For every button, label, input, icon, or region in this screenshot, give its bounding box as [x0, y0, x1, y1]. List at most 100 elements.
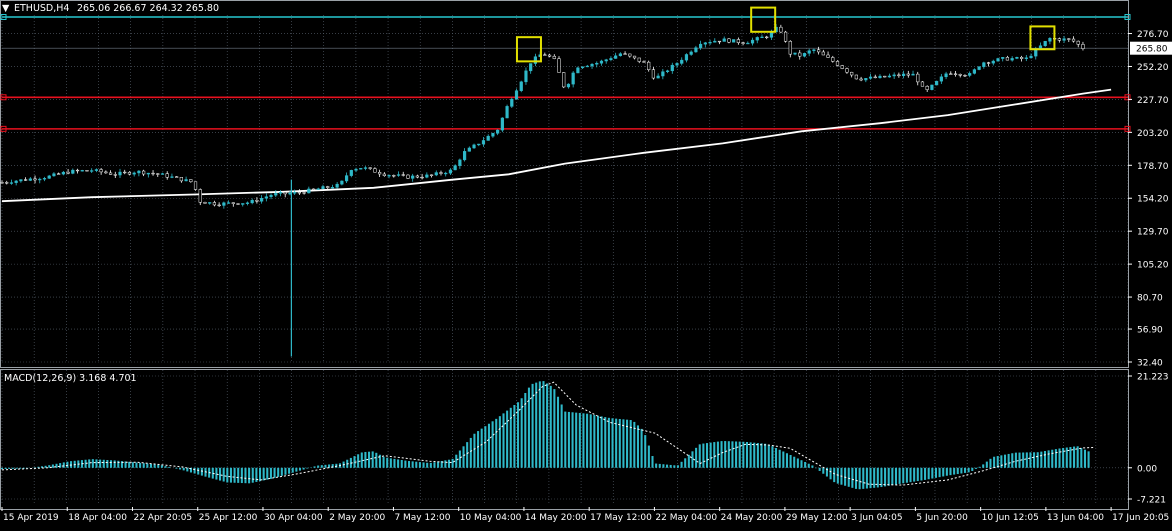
candle-body: [104, 171, 108, 174]
candle-body: [80, 170, 84, 172]
candle-body: [864, 78, 868, 81]
candle-body: [208, 202, 212, 204]
candle-body: [717, 40, 722, 43]
candle-body: [925, 85, 929, 90]
candle-body: [462, 151, 467, 161]
price-tick-label: 227.70: [1137, 96, 1169, 106]
candle-body: [330, 187, 335, 189]
candle-body: [269, 194, 273, 197]
candle-body: [458, 159, 462, 166]
candle-body: [61, 171, 65, 175]
candle-body: [996, 58, 1000, 62]
candle-body: [944, 73, 948, 78]
candle-body: [684, 54, 689, 61]
candle-body: [363, 167, 368, 169]
candle-body: [552, 55, 556, 59]
chart-svg: 276.70 252.20 227.70 203.20 178.70 154.20 129.…: [0, 0, 1172, 523]
candle-body: [496, 129, 500, 134]
time-tick-label: 17 Jun 20:05: [1112, 513, 1169, 523]
candle-body: [165, 173, 169, 178]
dropdown-triangle-icon[interactable]: ▼: [2, 3, 10, 14]
candle-body: [821, 51, 825, 56]
candle-body: [680, 59, 684, 64]
candle-body: [562, 72, 566, 88]
candle-body: [439, 172, 443, 174]
candle-body: [892, 74, 896, 77]
price-tick-label: 105.20: [1137, 261, 1169, 271]
candle-body: [670, 64, 674, 72]
candle-body: [99, 169, 103, 173]
candle-body: [368, 167, 372, 169]
candle-body: [241, 203, 245, 205]
candle-body: [444, 172, 448, 175]
candle-body: [349, 170, 353, 176]
candle-body: [9, 182, 14, 184]
candle-body: [326, 186, 330, 188]
candle-body: [595, 62, 599, 65]
candle-body: [113, 174, 117, 176]
candle-body: [260, 198, 264, 202]
candle-body: [991, 60, 995, 64]
time-tick-label: 24 May 20:00: [721, 513, 783, 523]
candle-body: [1076, 40, 1080, 45]
candle-body: [297, 192, 301, 194]
candle-body: [779, 26, 783, 33]
candle-body: [609, 58, 613, 60]
candle-body: [160, 173, 165, 175]
candle-body: [1005, 57, 1010, 61]
candle-body: [203, 202, 207, 204]
candle-body: [477, 143, 481, 146]
candle-body: [859, 78, 863, 81]
candle-body: [1029, 55, 1033, 59]
candle-body: [972, 69, 976, 74]
candle-body: [835, 61, 840, 66]
candle-body: [585, 65, 589, 68]
time-tick-label: 22 May 04:00: [655, 513, 717, 523]
candle-body: [1024, 57, 1028, 59]
time-tick-label: 10 May 04:00: [460, 513, 522, 523]
chart-ohlc: 265.06 266.67 264.32 265.80: [77, 3, 219, 14]
candle-body: [524, 70, 528, 83]
candle-body: [132, 172, 136, 175]
candle-body: [212, 202, 217, 206]
candle-body: [958, 74, 962, 76]
candle-body: [33, 178, 37, 181]
candle-body: [255, 200, 259, 202]
candle-body: [802, 53, 807, 57]
candle-body: [108, 172, 113, 175]
candle-body: [699, 43, 703, 48]
price-tick-label: 80.70: [1137, 294, 1163, 304]
candle-body: [278, 192, 283, 194]
candle-body: [788, 41, 792, 55]
current-price-label: 265.80: [1136, 45, 1168, 55]
price-tick-label: 252.20: [1137, 63, 1169, 73]
time-tick-label: 30 Apr 04:00: [264, 513, 323, 523]
candle-body: [94, 169, 99, 171]
candle-body: [920, 81, 925, 87]
time-tick-label: 29 May 12:00: [786, 513, 848, 523]
candle-body: [184, 179, 188, 182]
candle-body: [939, 76, 943, 82]
candle-body: [142, 170, 146, 175]
trading-chart: 276.70 252.20 227.70 203.20 178.70 154.20 129.…: [0, 0, 1172, 527]
candle-body: [354, 168, 358, 171]
candle-body: [420, 176, 424, 179]
candle-body: [387, 175, 391, 177]
candle-body: [66, 171, 70, 174]
price-pane-frame: [0, 0, 1129, 368]
candle-body: [448, 169, 453, 174]
candle-body: [1062, 38, 1066, 41]
candle-body: [665, 70, 670, 72]
time-tick-label: 22 Apr 20:05: [133, 513, 192, 523]
candle-body: [179, 177, 183, 182]
candle-body: [732, 39, 736, 43]
chart-symbol: ETHUSD,H4: [14, 3, 69, 14]
candle-body: [264, 196, 268, 199]
time-tick-label: 5 Jun 20:00: [916, 513, 968, 523]
candle-body: [850, 71, 854, 76]
candle-body: [302, 192, 306, 194]
candle-body: [250, 200, 254, 204]
candle-body: [935, 80, 939, 86]
candle-body: [1019, 57, 1024, 59]
time-tick-label: 17 May 12:00: [590, 513, 652, 523]
